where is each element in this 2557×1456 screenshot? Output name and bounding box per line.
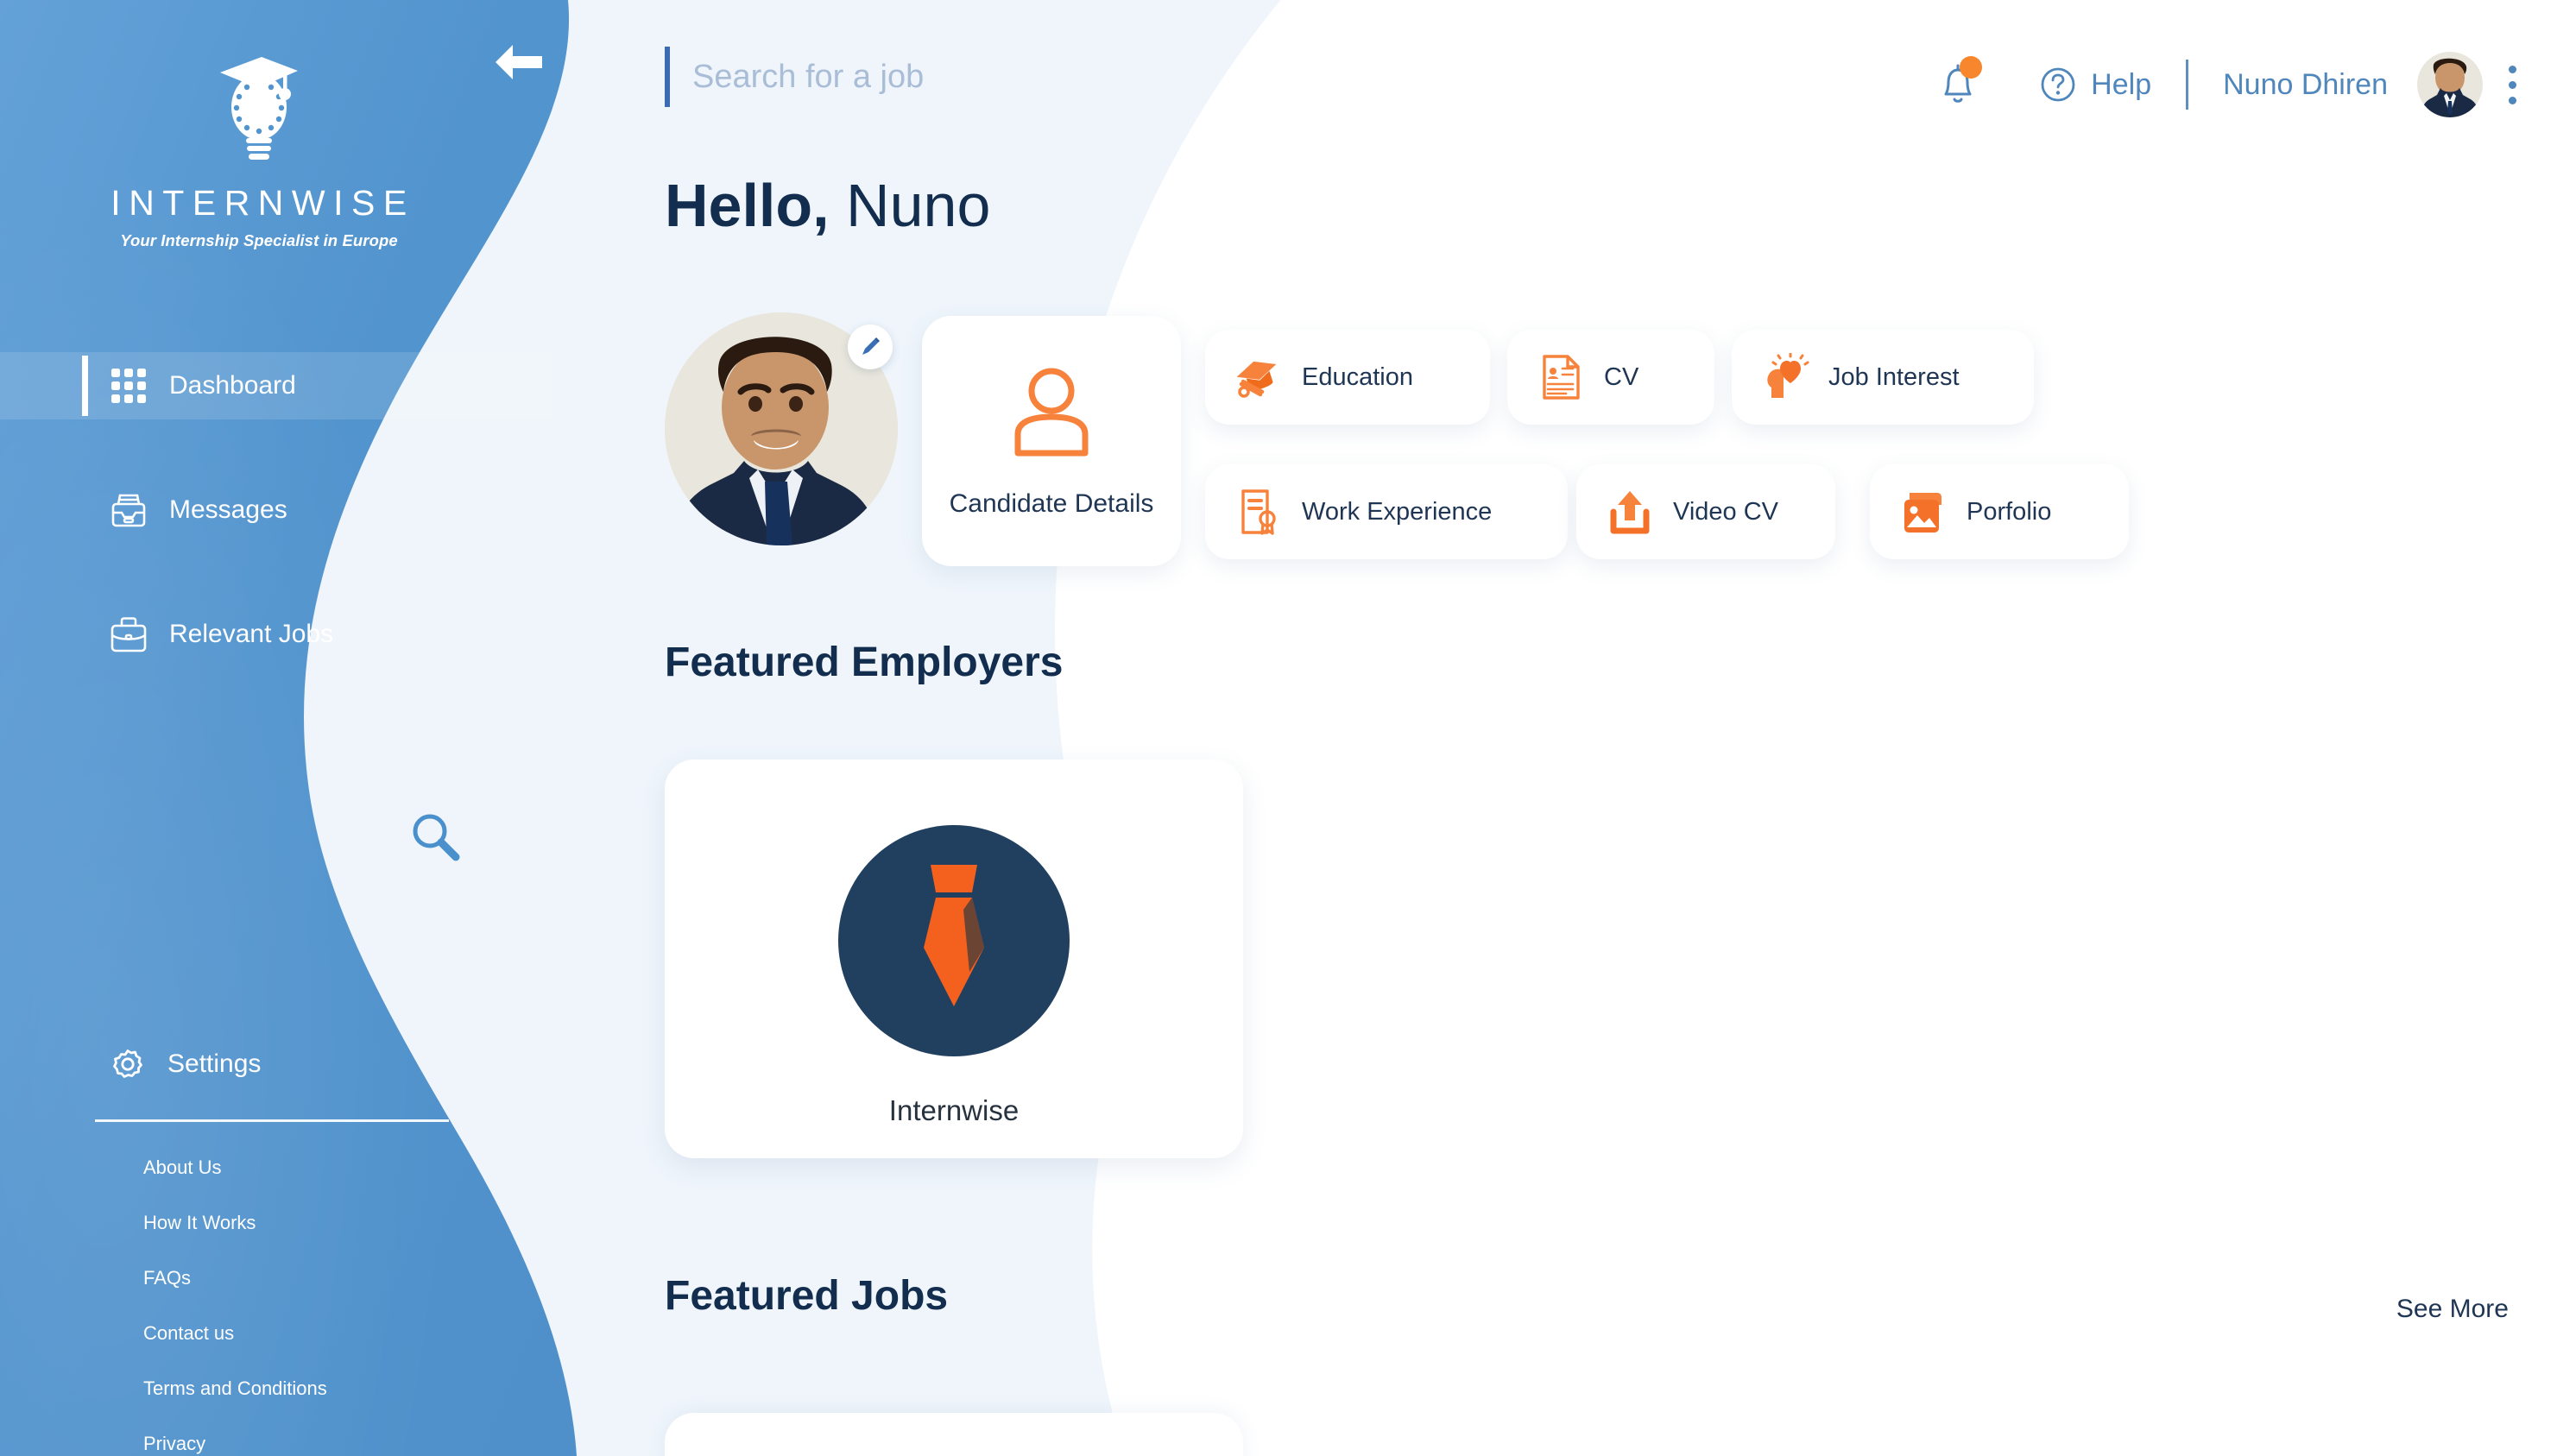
notifications-button[interactable] xyxy=(1937,56,1983,108)
upload-arrow-icon xyxy=(1606,488,1654,536)
graduation-lightbulb-icon xyxy=(220,57,298,160)
candidate-details-card[interactable]: Candidate Details xyxy=(922,316,1181,566)
footer-link-privacy[interactable]: Privacy xyxy=(143,1433,327,1455)
tile-label: Education xyxy=(1302,362,1413,391)
tile-label: Work Experience xyxy=(1302,497,1493,526)
footer-link-about-us[interactable]: About Us xyxy=(143,1157,327,1179)
search-input[interactable] xyxy=(692,58,1642,96)
search-caret xyxy=(665,47,670,107)
help-label: Help xyxy=(2091,67,2152,101)
user-name[interactable]: Nuno Dhiren xyxy=(2223,68,2388,102)
header-divider xyxy=(2186,60,2189,110)
briefcase-icon xyxy=(109,615,148,654)
greeting-hello: Hello, xyxy=(665,172,830,239)
edit-profile-button[interactable] xyxy=(848,325,893,369)
certificate-document-icon xyxy=(1234,488,1283,536)
sidebar-item-label: Relevant Jobs xyxy=(169,620,334,648)
person-outline-icon xyxy=(1014,368,1089,457)
sidebar-footer-links: About Us How It Works FAQs Contact us Te… xyxy=(143,1157,327,1456)
inbox-tray-icon xyxy=(109,490,148,530)
featured-jobs-title: Featured Jobs xyxy=(665,1273,949,1319)
brand-name: INTERNWISE xyxy=(110,183,415,223)
employer-name: Internwise xyxy=(888,1094,1020,1126)
question-circle-icon xyxy=(2041,67,2075,102)
job-search-bar xyxy=(665,43,1787,110)
employer-logo xyxy=(838,825,1070,1056)
app-root: INTERNWISE Your Internship Specialist in… xyxy=(0,0,2557,1456)
tile-label: CV xyxy=(1604,362,1639,391)
sidebar-item-label: Dashboard xyxy=(169,371,296,400)
tile-work-experience[interactable]: Work Experience xyxy=(1205,464,1568,559)
sidebar-item-relevant-jobs[interactable]: Relevant Jobs xyxy=(0,601,552,668)
brand-tagline: Your Internship Specialist in Europe xyxy=(120,231,398,249)
kebab-menu-icon[interactable] xyxy=(2509,65,2519,104)
employer-card[interactable]: Internwise xyxy=(665,760,1243,1158)
tile-job-interest[interactable]: Job Interest xyxy=(1732,330,2034,425)
sidebar-search-toggle[interactable] xyxy=(358,716,514,958)
head-heart-icon xyxy=(1761,353,1809,401)
sidebar-nav: Dashboard Messages Relevant Jobs xyxy=(0,352,552,668)
footer-link-faqs[interactable]: FAQs xyxy=(143,1267,327,1289)
grid-dots-icon xyxy=(109,366,148,406)
search-icon xyxy=(413,814,460,861)
tile-cv[interactable]: CV xyxy=(1507,330,1714,425)
brand-logo: INTERNWISE Your Internship Specialist in… xyxy=(0,48,518,250)
sidebar: INTERNWISE Your Internship Specialist in… xyxy=(0,0,604,1456)
tile-video-cv[interactable]: Video CV xyxy=(1576,464,1835,559)
necktie-icon xyxy=(924,865,984,1006)
tile-label: Job Interest xyxy=(1828,362,1960,391)
footer-link-how-it-works[interactable]: How It Works xyxy=(143,1212,327,1234)
greeting-name: Nuno xyxy=(846,172,991,239)
see-more-link[interactable]: See More xyxy=(2396,1295,2509,1324)
graduation-cap-diploma-icon xyxy=(1234,353,1283,401)
pencil-icon xyxy=(862,337,880,355)
sidebar-item-dashboard[interactable]: Dashboard xyxy=(0,352,552,419)
arrow-left-icon[interactable] xyxy=(492,41,546,83)
sidebar-item-messages[interactable]: Messages xyxy=(0,476,552,544)
page-title: Hello, Nuno xyxy=(665,171,990,240)
tile-porfolio[interactable]: Porfolio xyxy=(1870,464,2129,559)
tile-label: Porfolio xyxy=(1967,497,2052,526)
tile-label: Video CV xyxy=(1673,497,1778,526)
tile-education[interactable]: Education xyxy=(1205,330,1490,425)
featured-employers-title: Featured Employers xyxy=(665,640,1064,685)
image-gallery-icon xyxy=(1899,488,1948,536)
document-resume-icon xyxy=(1537,353,1585,401)
avatar[interactable] xyxy=(2417,52,2483,117)
footer-link-contact-us[interactable]: Contact us xyxy=(143,1322,327,1345)
sidebar-item-settings[interactable]: Settings xyxy=(0,1034,552,1094)
help-button[interactable]: Help xyxy=(2039,66,2151,104)
job-card[interactable] xyxy=(665,1413,1243,1456)
settings-label: Settings xyxy=(167,1049,262,1078)
sidebar-divider xyxy=(95,1119,449,1122)
candidate-details-label: Candidate Details xyxy=(949,489,1154,518)
sidebar-item-label: Messages xyxy=(169,495,287,524)
notification-badge xyxy=(1960,56,1983,79)
user-avatar-image xyxy=(2417,52,2483,117)
header-actions: Help Nuno Dhiren xyxy=(1937,52,2519,117)
profile-photo-wrap xyxy=(665,312,898,545)
gear-icon xyxy=(109,1045,147,1083)
footer-link-terms[interactable]: Terms and Conditions xyxy=(143,1377,327,1400)
